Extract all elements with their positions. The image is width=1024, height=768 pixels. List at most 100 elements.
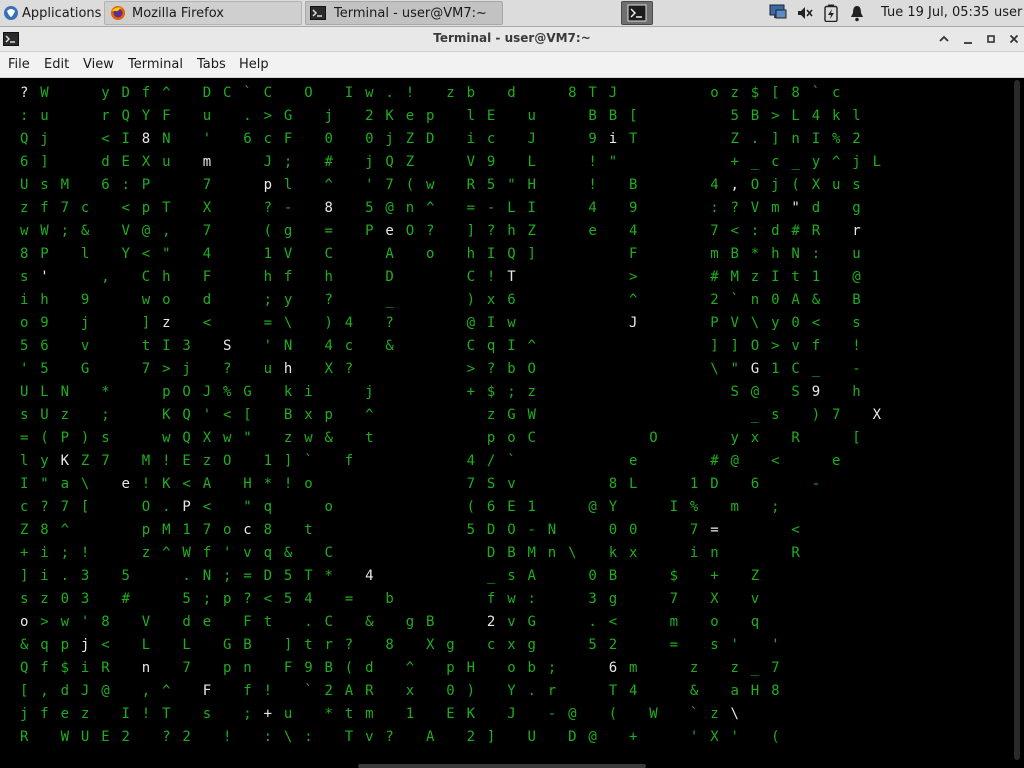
terminal-glyph: 7 [101, 453, 110, 469]
terminal-glyph: + [710, 568, 719, 584]
terminal-glyph: j [365, 384, 374, 400]
terminal-glyph: 7 [771, 660, 780, 676]
terminal-glyph: c [80, 200, 90, 216]
terminal-glyph: ] [466, 223, 476, 239]
minimize-button[interactable] [959, 30, 977, 48]
terminal-glyph: ' [223, 545, 232, 561]
terminal-glyph: , [162, 223, 171, 239]
terminal-glyph: , [101, 269, 110, 285]
maximize-icon [985, 30, 997, 49]
terminal-glyph: . [750, 131, 760, 147]
taskbar-item-terminal[interactable]: Terminal - user@VM7:~ [305, 1, 503, 25]
menu-tabs[interactable]: Tabs [197, 57, 226, 72]
terminal-glyph: L [182, 637, 191, 653]
terminal-glyph: " [162, 246, 171, 262]
terminal-glyph: p [162, 384, 171, 400]
top-panel: Applications ⋮ Mozilla Firefox Terminal … [0, 0, 1024, 27]
terminal-glyph: ' [730, 729, 739, 745]
terminal-glyph: H [243, 476, 252, 492]
terminal-glyph: K [60, 453, 70, 469]
terminal-glyph: < [791, 522, 800, 538]
window-titlebar[interactable]: Terminal - user@VM7:~ [0, 27, 1024, 52]
terminal-glyph: ? [730, 200, 739, 216]
terminal-glyph: / [486, 453, 496, 469]
terminal-glyph: G [750, 361, 760, 377]
terminal-glyph: p [141, 200, 151, 216]
terminal-glyph: v [791, 338, 800, 354]
workspace-terminal-button[interactable] [621, 1, 653, 25]
terminal-glyph: B [608, 568, 618, 584]
bell-icon[interactable] [848, 4, 866, 22]
terminal-glyph: ] [283, 453, 293, 469]
shade-button[interactable] [935, 30, 953, 48]
terminal-glyph: = [710, 522, 719, 538]
terminal-glyph: R [791, 545, 800, 561]
menu-file[interactable]: File [8, 57, 30, 72]
terminal-glyph: s [202, 706, 212, 722]
terminal-output[interactable]: ? Wy Df ^ D C ` C O Iw.! z b d 8 T Jo z $[8 ` c: u r Q Y Fu. > Gj 2… [0, 78, 1024, 768]
terminal-glyph: 7 [466, 476, 476, 492]
terminal-glyph: S [730, 384, 739, 400]
horizontal-scrollbar[interactable] [358, 764, 646, 768]
terminal-glyph: Y [121, 246, 130, 262]
terminal-glyph: S [223, 338, 232, 354]
terminal-glyph: l [283, 177, 293, 193]
terminal-glyph: o [304, 476, 313, 492]
terminal-glyph: T [162, 706, 171, 722]
menu-view[interactable]: View [83, 57, 114, 72]
terminal-glyph: ! [141, 476, 151, 492]
terminal-glyph: z [141, 545, 151, 561]
terminal-glyph: * [324, 706, 333, 722]
user-menu[interactable]: user [994, 5, 1022, 20]
terminal-glyph: # [710, 453, 719, 469]
chevron-up-icon [938, 30, 950, 49]
terminal-glyph: ^ [365, 407, 374, 423]
terminal-glyph: t [304, 522, 313, 538]
terminal-glyph: 9 [486, 154, 496, 170]
vertical-scrollbar[interactable] [1012, 78, 1022, 768]
terminal-glyph: F [202, 269, 212, 285]
terminal-glyph: J [80, 683, 90, 699]
terminal-glyph: z [527, 384, 536, 400]
terminal-glyph: B [629, 177, 638, 193]
terminal-glyph: P [141, 177, 151, 193]
terminal-glyph: ` [507, 453, 516, 469]
terminal-glyph: ; [60, 223, 70, 239]
terminal-glyph: b [507, 361, 516, 377]
close-button[interactable] [1005, 30, 1023, 48]
terminal-glyph: ! [588, 154, 597, 170]
menu-help[interactable]: Help [239, 57, 269, 72]
terminal-glyph: X [202, 430, 212, 446]
maximize-button[interactable] [982, 30, 1000, 48]
menu-edit[interactable]: Edit [44, 57, 69, 72]
terminal-glyph: I [507, 338, 516, 354]
terminal-glyph: J [202, 384, 212, 400]
terminal-glyph: t [304, 637, 313, 653]
terminal-glyph: E [182, 453, 191, 469]
menu-terminal[interactable]: Terminal [128, 57, 183, 72]
terminal-glyph: j [771, 177, 780, 193]
applications-menu[interactable]: Applications ⋮ [0, 1, 101, 25]
network-icon[interactable] [767, 4, 789, 22]
terminal-glyph: = [263, 315, 273, 331]
clock[interactable]: Tue 19 Jul, 05:35 [881, 5, 989, 20]
terminal-glyph: e [202, 614, 212, 630]
terminal-glyph: $ [60, 660, 70, 676]
terminal-glyph: < [730, 223, 739, 239]
terminal-glyph: D [486, 522, 496, 538]
terminal-glyph: Z [730, 131, 739, 147]
battery-icon[interactable] [822, 4, 840, 22]
terminal-glyph: D [202, 85, 212, 101]
terminal-glyph: 8 [791, 85, 800, 101]
terminal-glyph: G [507, 407, 516, 423]
terminal-glyph: q [263, 499, 273, 515]
terminal-glyph: o [710, 614, 719, 630]
volume-muted-icon[interactable] [795, 4, 815, 22]
taskbar-item-firefox[interactable]: Mozilla Firefox [104, 1, 302, 25]
scrollbar-thumb[interactable] [1014, 80, 1020, 760]
terminal-glyph: x [405, 683, 415, 699]
terminal-glyph: u [40, 108, 49, 124]
terminal-glyph: z [730, 660, 739, 676]
terminal-glyph: e [121, 476, 130, 492]
terminal-glyph: W [40, 223, 49, 239]
